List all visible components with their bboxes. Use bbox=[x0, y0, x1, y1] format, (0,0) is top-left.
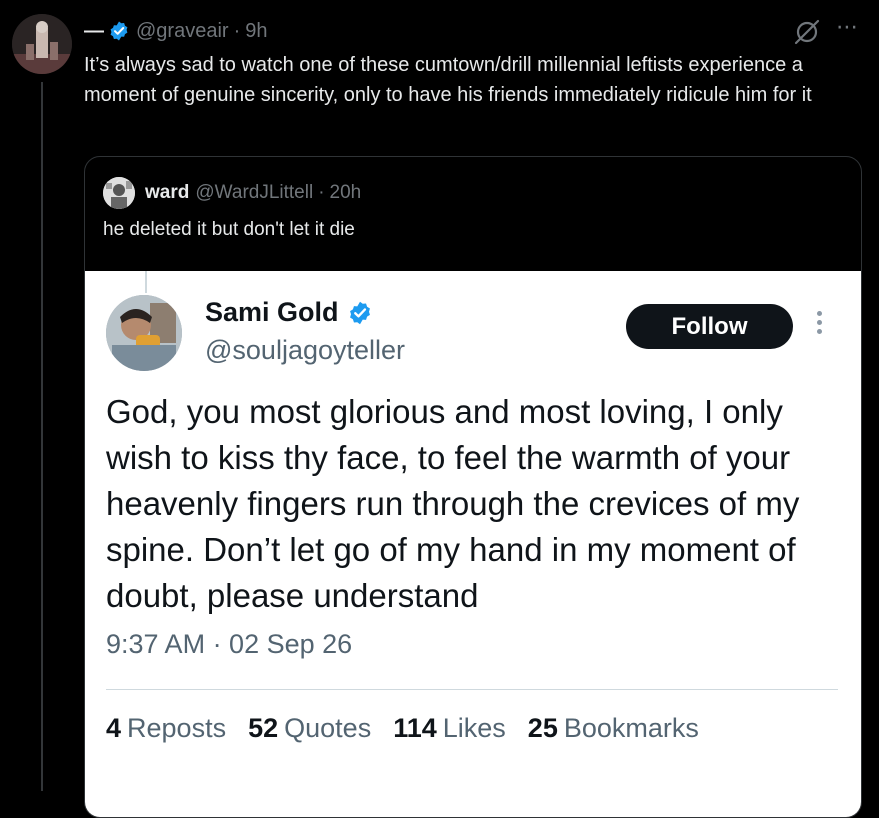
screenshot-thread-line bbox=[145, 271, 147, 293]
quote-avatar bbox=[103, 177, 135, 209]
stat-quotes: 52 Quotes bbox=[248, 713, 372, 743]
attached-screenshot[interactable]: Sami Gold @souljagoyteller Follow God, y… bbox=[85, 271, 861, 817]
author-handle[interactable]: @graveair bbox=[136, 20, 229, 43]
screenshot-more-icon bbox=[817, 311, 825, 338]
screenshot-name-text: Sami Gold bbox=[205, 297, 339, 327]
stat-bookmarks: 25 Bookmarks bbox=[527, 713, 699, 743]
header-separator: · bbox=[233, 19, 241, 42]
screenshot-stats: 4 Reposts 52 Quotes 114 Likes 25 Bookmarks bbox=[106, 713, 699, 744]
quote-text: he deleted it but don't let it die bbox=[103, 219, 355, 240]
follow-button: Follow bbox=[626, 304, 793, 349]
screenshot-handle: @souljagoyteller bbox=[205, 335, 406, 365]
screenshot-body-text: God, you most glorious and most loving, … bbox=[106, 393, 800, 614]
tweet-header: — @graveair · 9h bbox=[84, 16, 267, 46]
quote-author-name: ward bbox=[145, 182, 190, 203]
author-avatar[interactable] bbox=[12, 14, 72, 74]
more-icon[interactable]: ⋯ bbox=[836, 14, 859, 40]
tweet-time[interactable]: 9h bbox=[245, 20, 267, 43]
verified-badge-icon bbox=[108, 20, 130, 42]
quote-separator: · bbox=[318, 182, 325, 203]
quoted-tweet[interactable]: ward @WardJLittell · 20h he deleted it b… bbox=[84, 156, 862, 818]
thread-line bbox=[41, 82, 43, 791]
screenshot-divider bbox=[106, 689, 838, 690]
screenshot-verified-icon bbox=[347, 300, 373, 326]
screenshot-avatar bbox=[106, 295, 182, 371]
quote-author-handle: @WardJLittell bbox=[195, 182, 314, 203]
quote-header: ward @WardJLittell · 20h bbox=[103, 177, 361, 209]
grok-icon[interactable] bbox=[792, 17, 822, 47]
stat-likes: 114 Likes bbox=[393, 713, 506, 743]
screenshot-timestamp: 9:37 AM · 02 Sep 26 bbox=[106, 629, 353, 659]
screenshot-display-name: Sami Gold bbox=[205, 297, 373, 328]
stat-reposts: 4 Reposts bbox=[106, 713, 227, 743]
quote-time: 20h bbox=[329, 182, 362, 203]
display-name[interactable]: — bbox=[84, 20, 104, 43]
tweet-text: It’s always sad to watch one of these cu… bbox=[84, 54, 812, 106]
